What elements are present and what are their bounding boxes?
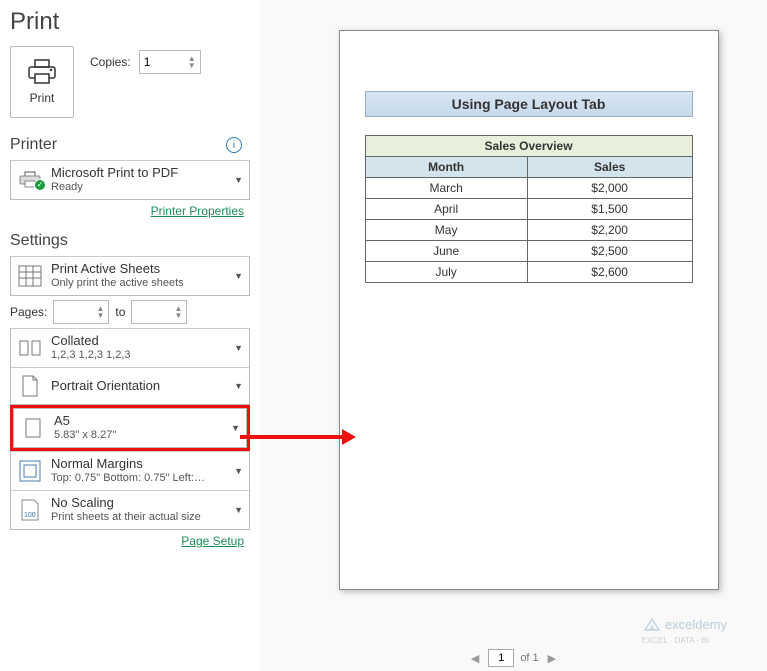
copies-label: Copies: [90, 55, 131, 69]
chevron-down-icon: ▼ [234, 271, 243, 281]
chevron-down-icon: ▼ [234, 343, 243, 353]
info-icon[interactable]: i [226, 137, 242, 153]
table-row: March$2,000 [365, 178, 692, 199]
chevron-down-icon: ▼ [234, 175, 243, 185]
copies-input[interactable] [144, 55, 174, 69]
settings-heading: Settings [10, 232, 68, 250]
margins-icon [17, 460, 43, 482]
pages-from-input[interactable] [58, 305, 86, 319]
paper-size-highlight: A5 5.83" x 8.27" ▼ [10, 405, 250, 451]
margins-dropdown[interactable]: Normal Margins Top: 0.75" Bottom: 0.75" … [10, 451, 250, 491]
printer-status: Ready [51, 181, 226, 195]
pages-label: Pages: [10, 305, 47, 319]
preview-page: Using Page Layout Tab Sales Overview Mon… [339, 30, 719, 590]
printer-icon [26, 59, 58, 85]
printer-name: Microsoft Print to PDF [51, 165, 226, 181]
preview-table: Sales Overview Month Sales March$2,000 A… [365, 135, 693, 283]
print-preview-pane: Using Page Layout Tab Sales Overview Mon… [260, 0, 767, 671]
chevron-down-icon: ▼ [234, 466, 243, 476]
copies-spinner[interactable]: ▲▼ [139, 50, 201, 74]
table-row: May$2,200 [365, 220, 692, 241]
printer-dropdown[interactable]: Microsoft Print to PDF Ready ▼ [10, 160, 250, 200]
sheets-icon [17, 265, 43, 287]
scaling-dropdown[interactable]: 100 No Scaling Print sheets at their act… [10, 490, 250, 530]
prev-page-button[interactable]: ◀ [468, 652, 482, 665]
col-month: Month [365, 157, 527, 178]
printer-properties-link[interactable]: Printer Properties [151, 204, 244, 218]
watermark-icon [643, 615, 661, 633]
portrait-icon [17, 375, 43, 397]
print-button-label: Print [30, 91, 55, 105]
annotation-arrow [238, 425, 358, 449]
print-button[interactable]: Print [10, 46, 74, 118]
paper-size-dropdown[interactable]: A5 5.83" x 8.27" ▼ [13, 408, 247, 448]
page-setup-link[interactable]: Page Setup [181, 534, 244, 548]
table-overview-header: Sales Overview [365, 136, 692, 157]
print-what-dropdown[interactable]: Print Active Sheets Only print the activ… [10, 256, 250, 296]
table-row: June$2,500 [365, 241, 692, 262]
watermark: exceldemy [643, 615, 727, 633]
pages-from-spinner[interactable]: ▲▼ [53, 300, 109, 324]
table-row: July$2,600 [365, 262, 692, 283]
next-page-button[interactable]: ▶ [545, 652, 559, 665]
svg-text:100: 100 [24, 512, 36, 519]
pages-to-input[interactable] [136, 305, 164, 319]
watermark-subtitle: EXCEL · DATA · BI [642, 636, 709, 645]
pages-to-spinner[interactable]: ▲▼ [131, 300, 187, 324]
chevron-down-icon: ▼ [234, 381, 243, 391]
printer-status-icon [17, 171, 43, 189]
page-navigation: ◀ of 1 ▶ [260, 649, 767, 667]
scaling-icon: 100 [17, 499, 43, 521]
copies-stepper[interactable]: ▲▼ [188, 55, 196, 69]
print-settings-panel: Print Print Copies: ▲▼ Printer i [0, 0, 260, 671]
table-row: April$1,500 [365, 199, 692, 220]
printer-heading: Printer [10, 136, 57, 154]
collation-dropdown[interactable]: Collated 1,2,3 1,2,3 1,2,3 ▼ [10, 328, 250, 368]
page-title: Print [10, 8, 250, 36]
document-title: Using Page Layout Tab [365, 91, 693, 117]
check-icon [34, 179, 46, 191]
orientation-dropdown[interactable]: Portrait Orientation ▼ [10, 367, 250, 405]
page-icon [20, 418, 46, 438]
pages-to-label: to [115, 305, 125, 319]
collated-icon [17, 339, 43, 357]
chevron-down-icon: ▼ [234, 505, 243, 515]
page-number-input[interactable] [488, 649, 514, 667]
col-sales: Sales [527, 157, 692, 178]
page-count-label: of 1 [520, 652, 538, 664]
